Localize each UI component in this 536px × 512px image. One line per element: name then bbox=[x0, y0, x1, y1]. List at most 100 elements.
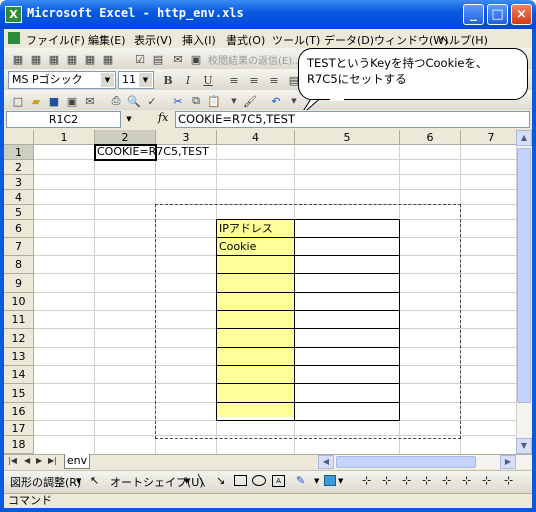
diagram-icon-4[interactable]: ⊹ bbox=[422, 474, 431, 487]
format-painter-icon[interactable]: 🖌 bbox=[242, 93, 258, 109]
row-header-3[interactable]: 3 bbox=[4, 175, 34, 190]
prev-sheet-icon[interactable]: ◀ bbox=[24, 456, 30, 465]
undo-icon[interactable]: ↶ bbox=[268, 93, 284, 109]
menu-format[interactable]: 書式(O) bbox=[226, 32, 265, 48]
row-header-6[interactable]: 6 bbox=[4, 220, 34, 238]
chevron-down-icon[interactable]: ▼ bbox=[76, 477, 81, 485]
column-header-1[interactable]: 1 bbox=[34, 130, 95, 145]
permission-icon[interactable]: ▣ bbox=[64, 93, 80, 109]
chevron-down-icon[interactable]: ▼ bbox=[226, 93, 242, 109]
row-header-7[interactable]: 7 bbox=[4, 238, 34, 256]
diagram-icon-7[interactable]: ⊹ bbox=[482, 474, 491, 487]
name-box[interactable]: R1C2 bbox=[6, 111, 121, 128]
spelling-icon[interactable]: ✓ bbox=[144, 93, 160, 109]
chevron-down-icon[interactable]: ▼ bbox=[122, 111, 136, 128]
menu-data[interactable]: データ(D) bbox=[324, 32, 374, 48]
diagram-icon-8[interactable]: ⊹ bbox=[504, 474, 513, 487]
row-header-15[interactable]: 15 bbox=[4, 384, 34, 403]
align-left-icon[interactable]: ≡ bbox=[226, 72, 242, 88]
row-header-17[interactable]: 17 bbox=[4, 421, 34, 436]
fill-color-icon[interactable] bbox=[324, 475, 336, 486]
cut-icon[interactable]: ✂ bbox=[170, 93, 186, 109]
next-sheet-icon[interactable]: ▶ bbox=[36, 456, 42, 465]
bold-icon[interactable]: B bbox=[160, 72, 176, 88]
column-header-5[interactable]: 5 bbox=[295, 130, 400, 145]
textbox-icon[interactable]: A bbox=[272, 475, 285, 487]
sheet-tab-env[interactable]: env bbox=[64, 454, 90, 469]
column-header-6[interactable]: 6 bbox=[400, 130, 461, 145]
row-header-11[interactable]: 11 bbox=[4, 311, 34, 329]
row-header-9[interactable]: 9 bbox=[4, 274, 34, 293]
save-icon[interactable]: ■ bbox=[46, 93, 62, 109]
menu-edit[interactable]: 編集(E) bbox=[88, 32, 126, 48]
print-preview-icon[interactable]: 🔍 bbox=[126, 93, 142, 109]
review-icon-6[interactable]: ▦ bbox=[100, 51, 116, 67]
underline-icon[interactable]: U bbox=[200, 72, 216, 88]
copy-icon[interactable]: ⧉ bbox=[188, 93, 204, 109]
rectangle-icon[interactable] bbox=[234, 475, 247, 486]
align-right-icon[interactable]: ≡ bbox=[266, 72, 282, 88]
insert-function-icon[interactable]: fx bbox=[158, 111, 168, 124]
last-sheet-icon[interactable]: ▶| bbox=[48, 456, 57, 465]
menu-file[interactable]: ファイル(F) bbox=[26, 32, 85, 48]
row-header-14[interactable]: 14 bbox=[4, 366, 34, 384]
minimize-button[interactable]: _ bbox=[463, 4, 484, 25]
checkbox-icon[interactable]: ☑ bbox=[132, 51, 148, 67]
new-file-icon[interactable]: □ bbox=[10, 93, 26, 109]
menu-help[interactable]: ヘルプ(H) bbox=[438, 32, 488, 48]
column-header-2[interactable]: 2 bbox=[95, 130, 156, 145]
row-header-13[interactable]: 13 bbox=[4, 348, 34, 366]
horizontal-scroll-thumb[interactable] bbox=[336, 456, 476, 468]
diagram-icon-5[interactable]: ⊹ bbox=[442, 474, 451, 487]
scroll-down-icon[interactable]: ▼ bbox=[516, 438, 532, 454]
menu-insert[interactable]: 挿入(I) bbox=[182, 32, 216, 48]
column-header-3[interactable]: 3 bbox=[156, 130, 217, 145]
select-objects-icon[interactable]: ↖ bbox=[90, 474, 99, 487]
mail-icon[interactable]: ✉ bbox=[170, 51, 186, 67]
workbook-icon[interactable] bbox=[8, 32, 20, 44]
align-center-icon[interactable]: ≡ bbox=[246, 72, 262, 88]
open-folder-icon[interactable]: ▰ bbox=[28, 93, 44, 109]
row-header-4[interactable]: 4 bbox=[4, 190, 34, 205]
chevron-down-icon[interactable]: ▼ bbox=[184, 477, 189, 485]
select-all-corner[interactable] bbox=[4, 130, 34, 145]
chevron-down-icon[interactable]: ▼ bbox=[314, 477, 319, 485]
chevron-down-icon[interactable]: ▼ bbox=[139, 73, 152, 87]
diagram-icon-6[interactable]: ⊹ bbox=[462, 474, 471, 487]
review-icon-1[interactable]: ▦ bbox=[10, 51, 26, 67]
autoshape-menu-button[interactable]: オートシェイプ(U) bbox=[110, 474, 204, 490]
arrow-icon[interactable]: ↘ bbox=[216, 474, 225, 487]
print-icon[interactable]: ⎙ bbox=[108, 93, 124, 109]
chevron-down-icon[interactable]: ▼ bbox=[101, 73, 114, 87]
draw-menu-button[interactable]: 図形の調整(R) bbox=[10, 474, 81, 490]
scroll-right-icon[interactable]: ▶ bbox=[500, 455, 516, 469]
row-header-8[interactable]: 8 bbox=[4, 256, 34, 274]
row-header-5[interactable]: 5 bbox=[4, 205, 34, 220]
line-color-icon[interactable]: ✎ bbox=[296, 474, 305, 487]
excel-app-icon[interactable]: X bbox=[5, 6, 22, 23]
row-header-1[interactable]: 1 bbox=[4, 145, 34, 160]
font-size-select[interactable]: 11 ▼ bbox=[118, 71, 154, 89]
maximize-button[interactable]: □ bbox=[487, 4, 508, 25]
column-header-4[interactable]: 4 bbox=[217, 130, 295, 145]
oval-icon[interactable] bbox=[252, 475, 266, 486]
worksheet-grid[interactable]: 1 2 3 4 5 6 7 1 2 3 4 5 6 7 8 9 10 11 12… bbox=[4, 130, 516, 454]
review-icon-5[interactable]: ▦ bbox=[82, 51, 98, 67]
review-icon-2[interactable]: ▦ bbox=[28, 51, 44, 67]
track-icon[interactable]: ▤ bbox=[150, 51, 166, 67]
column-header-7[interactable]: 7 bbox=[461, 130, 516, 145]
chevron-down-icon[interactable]: ▼ bbox=[338, 477, 343, 485]
italic-icon[interactable]: I bbox=[180, 72, 196, 88]
mail-recipient-icon[interactable]: ✉ bbox=[82, 93, 98, 109]
row-header-2[interactable]: 2 bbox=[4, 160, 34, 175]
vertical-scroll-thumb[interactable] bbox=[517, 148, 531, 403]
row-header-12[interactable]: 12 bbox=[4, 329, 34, 348]
scroll-up-icon[interactable]: ▲ bbox=[516, 130, 532, 146]
menu-tools[interactable]: ツール(T) bbox=[272, 32, 320, 48]
scroll-left-icon[interactable]: ◀ bbox=[318, 455, 334, 469]
font-name-select[interactable]: MS Pゴシック ▼ bbox=[8, 71, 116, 89]
formula-input[interactable]: COOKIE=R7C5,TEST bbox=[175, 111, 530, 128]
row-header-16[interactable]: 16 bbox=[4, 403, 34, 421]
diagram-icon-3[interactable]: ⊹ bbox=[402, 474, 411, 487]
diagram-icon-1[interactable]: ⊹ bbox=[362, 474, 371, 487]
